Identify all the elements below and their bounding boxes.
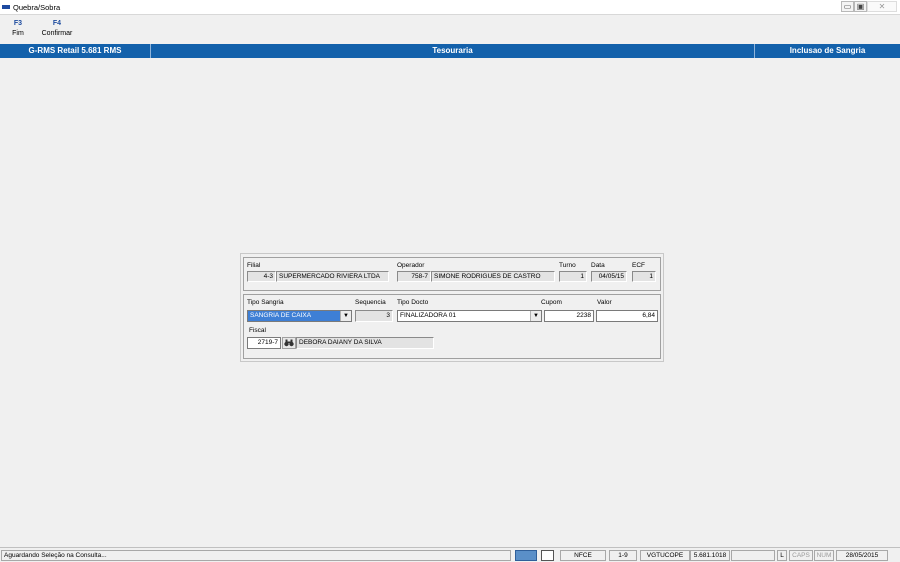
tipo-sangria-select[interactable]: SANGRIA DE CAIXA ▼ <box>247 310 352 322</box>
fim-key: F3 <box>13 20 23 27</box>
status-caps: CAPS <box>789 550 813 561</box>
fim-button[interactable]: F3 Fim <box>8 20 28 37</box>
fim-label: Fim <box>12 30 24 37</box>
fiscal-code-input[interactable]: 2719-7 <box>247 337 281 349</box>
operation-name: Inclusao de Sangria <box>789 46 866 55</box>
status-num: NUM <box>814 550 834 561</box>
binoculars-icon[interactable] <box>282 337 296 349</box>
confirmar-key: F4 <box>52 20 62 27</box>
chevron-down-icon[interactable]: ▼ <box>530 311 541 321</box>
filial-code: 4-3 <box>247 271 276 282</box>
system-name: G-RMS Retail 5.681 RMS <box>0 44 151 58</box>
module-name: Tesouraria <box>151 44 755 58</box>
confirmar-label: Confirmar <box>41 30 73 37</box>
network-icon <box>515 550 537 561</box>
cupom-label: Cupom <box>541 299 562 306</box>
ecf-value: 1 <box>632 271 656 282</box>
cupom-input[interactable]: 2238 <box>544 310 594 322</box>
operador-code: 758-7 <box>397 271 431 282</box>
status-range: 1-9 <box>609 550 637 561</box>
header-info-group: Filial 4-3 SUPERMERCADO RIVIERA LTDA Ope… <box>243 257 661 291</box>
ecf-label: ECF <box>632 262 645 269</box>
turno-value: 1 <box>559 271 587 282</box>
chevron-down-icon[interactable]: ▼ <box>340 311 351 321</box>
status-date: 28/05/2015 <box>836 550 888 561</box>
app-icon <box>2 5 10 9</box>
valor-input[interactable]: 6,84 <box>596 310 658 322</box>
valor-label: Valor <box>597 299 612 306</box>
status-bar: Aguardando Seleção na Consulta... NFCE 1… <box>0 547 900 562</box>
tipo-docto-label: Tipo Docto <box>397 299 429 306</box>
status-nfce: NFCE <box>560 550 606 561</box>
data-label: Data <box>591 262 605 269</box>
status-station: VGTUCOPE <box>640 550 690 561</box>
status-empty <box>731 550 775 561</box>
maximize-button[interactable]: ▣ <box>854 1 867 12</box>
close-button[interactable]: ✕ <box>867 1 897 12</box>
minimize-button[interactable]: ▭ <box>841 1 854 12</box>
confirmar-button[interactable]: F4 Confirmar <box>38 20 76 37</box>
status-version: 5.681.1018 <box>690 550 730 561</box>
sangria-form: Filial 4-3 SUPERMERCADO RIVIERA LTDA Ope… <box>240 253 664 362</box>
data-value: 04/05/15 <box>591 271 627 282</box>
tipo-docto-value: FINALIZADORA 01 <box>400 312 456 319</box>
tipo-docto-select[interactable]: FINALIZADORA 01 ▼ <box>397 310 542 322</box>
document-icon <box>541 550 554 561</box>
fiscal-label: Fiscal <box>249 327 266 334</box>
sequencia-label: Sequencia <box>355 299 386 306</box>
operador-name: SIMONE RODRIGUES DE CASTRO <box>431 271 555 282</box>
filial-name: SUPERMERCADO RIVIERA LTDA <box>276 271 389 282</box>
status-l: L <box>777 550 787 561</box>
sequencia-value: 3 <box>355 310 393 322</box>
operador-label: Operador <box>397 262 425 269</box>
fiscal-name: DEBORA DAIANY DA SILVA <box>296 337 434 349</box>
turno-label: Turno <box>559 262 576 269</box>
tipo-sangria-value: SANGRIA DE CAIXA <box>248 311 340 321</box>
filial-label: Filial <box>247 262 261 269</box>
tipo-sangria-label: Tipo Sangria <box>247 299 284 306</box>
header-bar: G-RMS Retail 5.681 RMS Tesouraria Inclus… <box>0 44 900 58</box>
status-message: Aguardando Seleção na Consulta... <box>1 550 511 561</box>
window-title: Quebra/Sobra <box>13 3 61 12</box>
window-titlebar: Quebra/Sobra ▭ ▣ ✕ <box>0 0 900 15</box>
sangria-entry-group: Tipo Sangria SANGRIA DE CAIXA ▼ Sequenci… <box>243 294 661 359</box>
toolbar: F3 Fim F4 Confirmar <box>0 15 900 43</box>
